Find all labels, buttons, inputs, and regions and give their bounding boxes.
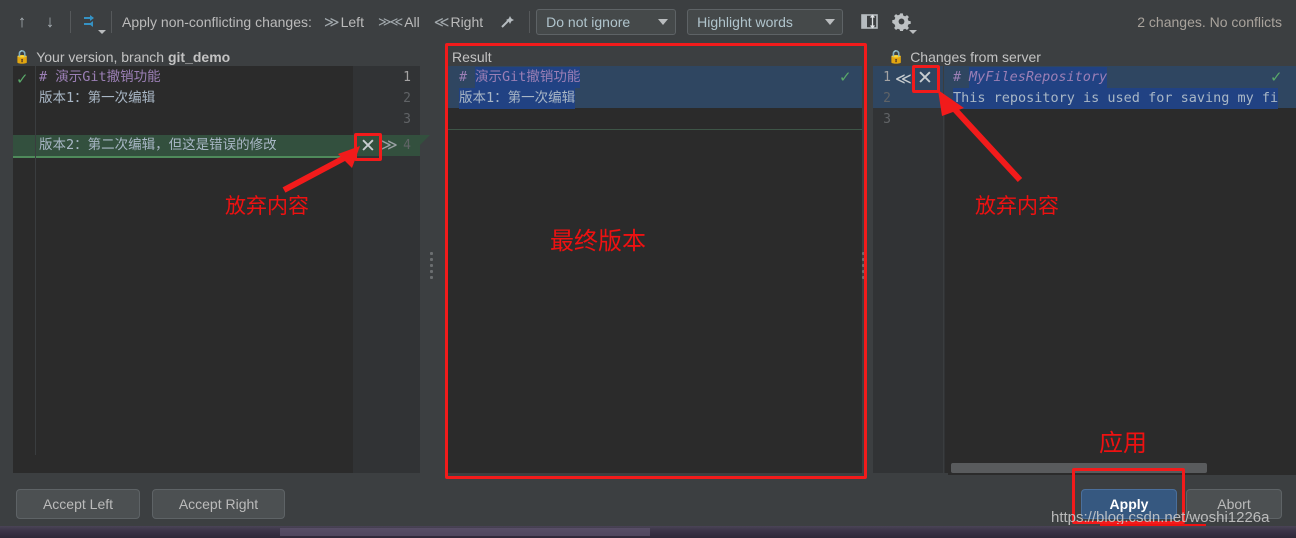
- right-line-number-2: 2: [877, 88, 891, 109]
- right-line-1-hash: #: [953, 67, 961, 88]
- middle-right-splitter-handle[interactable]: [861, 252, 866, 279]
- annotation-discard-right: 放弃内容: [975, 190, 1059, 220]
- arrow-down-icon[interactable]: ↓: [36, 8, 64, 36]
- left-inserted-marker: [13, 156, 353, 158]
- right-line-number-3: 3: [877, 109, 891, 130]
- ignore-policy-value: Do not ignore: [546, 14, 630, 30]
- bottom-strip: [0, 526, 1296, 538]
- right-scrollbar-thumb[interactable]: [951, 463, 1207, 473]
- chevrons-left-icon: ≪: [434, 13, 448, 31]
- left-push-right-button[interactable]: ≫: [381, 135, 398, 155]
- gear-icon[interactable]: [887, 8, 915, 36]
- apply-changes-icon[interactable]: [77, 8, 105, 36]
- left-line-number-2: 2: [353, 88, 411, 109]
- highlight-mode-value: Highlight words: [697, 14, 793, 30]
- chevrons-right-icon: ≫: [324, 13, 338, 31]
- right-revert-button[interactable]: ✕: [913, 66, 937, 90]
- left-revert-button[interactable]: ✕: [356, 134, 380, 158]
- middle-editor[interactable]: # 演示Git撤销功能 版本1：第一次编辑 ✓: [447, 66, 862, 473]
- apply-all-label: All: [404, 14, 420, 30]
- right-horizontal-scrollbar[interactable]: [948, 461, 1296, 475]
- left-middle-splitter-handle[interactable]: [429, 252, 434, 279]
- changes-status: 2 changes. No conflicts: [1137, 14, 1296, 30]
- highlight-mode-select[interactable]: Highlight words: [687, 9, 843, 35]
- left-pane-header: 🔒 Your version, branch git_demo: [14, 46, 230, 68]
- lock-icon: 🔒: [14, 49, 30, 65]
- left-line-number-3: 3: [353, 109, 411, 130]
- middle-pane-title: Result: [452, 49, 492, 65]
- apply-left-label: Left: [341, 14, 364, 30]
- toolbar-divider-3: [529, 11, 530, 33]
- toolbar-divider-1: [70, 11, 71, 33]
- apply-right-label: Right: [450, 14, 483, 30]
- ignore-policy-select[interactable]: Do not ignore: [536, 9, 676, 35]
- middle-accept-check-icon: ✓: [839, 68, 852, 86]
- middle-pane-header: Result: [452, 46, 492, 68]
- annotation-apply-note: 应用: [1099, 423, 1147, 458]
- apply-left-button[interactable]: ≫ Left: [324, 13, 364, 31]
- right-gutter: 1 2 3 ≪ ✕: [873, 66, 945, 473]
- right-accept-check-icon[interactable]: ✓: [1270, 68, 1283, 86]
- left-editor[interactable]: # 演示Git撤销功能 版本1：第一次编辑 版本2：第二次编辑，但这是错误的修改: [13, 66, 353, 473]
- left-pane-title: Your version, branch git_demo: [36, 49, 230, 65]
- left-line-2: 版本1：第一次编辑: [39, 88, 155, 109]
- apply-all-button[interactable]: ≫≪ All: [378, 14, 420, 30]
- left-accept-check-icon[interactable]: ✓: [16, 70, 29, 88]
- toolbar: ↑ ↓ Apply non-conflicting changes: ≫ Lef…: [0, 0, 1296, 43]
- left-inserted-tail: [420, 135, 430, 145]
- right-line-1-text: MyFilesRepository: [969, 67, 1107, 88]
- left-line-4: 版本2：第二次编辑，但这是错误的修改: [39, 135, 277, 156]
- right-line-2-text: This repository is used for saving my fi: [953, 88, 1278, 109]
- merge-dialog: ↑ ↓ Apply non-conflicting changes: ≫ Lef…: [0, 0, 1296, 538]
- apply-right-button[interactable]: ≪ Right: [434, 13, 483, 31]
- chevron-down-icon: [658, 19, 668, 25]
- accept-left-button[interactable]: Accept Left: [16, 489, 140, 519]
- left-editor-bottom-edge: [13, 455, 353, 473]
- left-gutter: 1 2 3 4: [353, 66, 420, 473]
- right-gutter-divider: [943, 66, 944, 473]
- arrow-up-icon[interactable]: ↑: [8, 8, 36, 36]
- apply-nonconflicting-label: Apply non-conflicting changes:: [122, 14, 312, 30]
- right-pane-title: Changes from server: [910, 49, 1041, 65]
- annotation-discard-left: 放弃内容: [225, 190, 309, 220]
- right-line-number-1: 1: [877, 67, 891, 88]
- lock-icon: 🔒: [888, 49, 904, 65]
- left-line-1: # 演示Git撤销功能: [39, 67, 161, 88]
- middle-separator: [447, 129, 862, 130]
- right-pane-header: 🔒 Changes from server: [888, 46, 1041, 68]
- middle-line-2-text: 版本1：第一次编辑: [459, 88, 575, 109]
- collapse-unchanged-icon[interactable]: [855, 8, 883, 36]
- annotation-final-version: 最终版本: [550, 221, 646, 256]
- middle-line-1-hash: #: [459, 67, 467, 88]
- middle-line-1-text: 演示Git撤销功能: [475, 67, 580, 88]
- right-push-left-button[interactable]: ≪: [895, 69, 912, 89]
- right-editor[interactable]: # MyFilesRepository This repository is u…: [945, 66, 1296, 473]
- left-line-number-1: 1: [353, 67, 411, 88]
- magic-wand-icon[interactable]: [493, 8, 521, 36]
- chevron-down-icon: [825, 19, 835, 25]
- accept-right-button[interactable]: Accept Right: [152, 489, 285, 519]
- left-gutter-line: [35, 66, 36, 473]
- chevrons-both-icon: ≫≪: [378, 14, 401, 30]
- left-branch-name: git_demo: [168, 49, 230, 65]
- toolbar-divider-2: [111, 11, 112, 33]
